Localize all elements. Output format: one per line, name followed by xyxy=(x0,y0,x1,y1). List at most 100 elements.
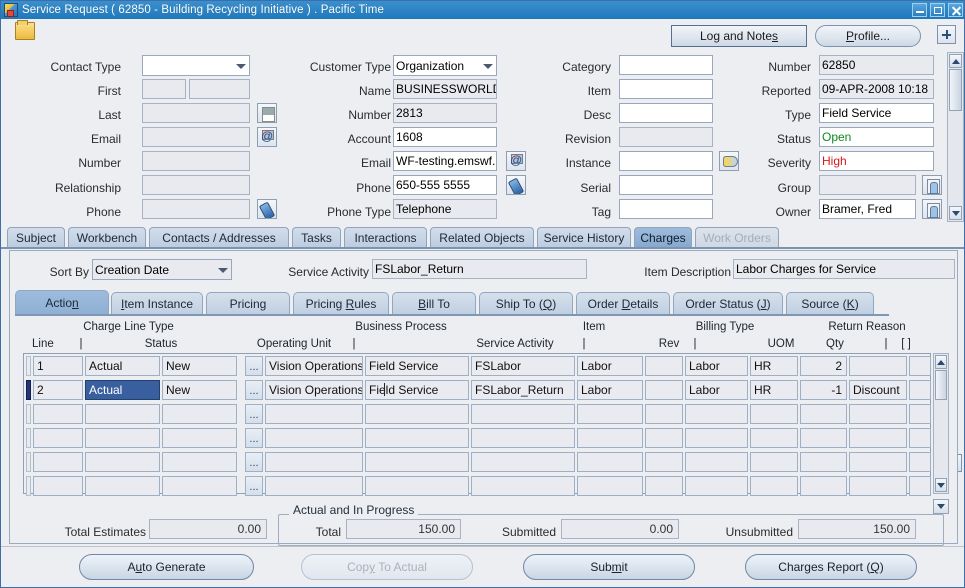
cell-return-reason[interactable]: Discount xyxy=(849,380,907,400)
relationship-field[interactable] xyxy=(142,175,250,195)
charge-lines-grid[interactable]: 1 Actual New... Vision Operations Field Serv… xyxy=(23,353,931,496)
minimize-icon[interactable] xyxy=(912,3,927,17)
row-indicator[interactable] xyxy=(26,356,31,376)
cell-lov[interactable]: ... xyxy=(245,404,263,424)
cell-qty[interactable] xyxy=(800,428,847,448)
table-row[interactable]: ... xyxy=(24,426,931,450)
cell-billing-type[interactable]: Labor xyxy=(685,356,748,376)
mail-icon[interactable] xyxy=(257,127,277,147)
cell-operating-unit[interactable] xyxy=(265,452,363,472)
customer-email-field[interactable]: WF-testing.emswf. xyxy=(393,151,497,171)
cell-uom[interactable] xyxy=(750,404,798,424)
inner-tab-action[interactable]: Action xyxy=(15,290,109,314)
grid-scrollbar-thumb[interactable] xyxy=(935,370,947,400)
note-icon[interactable] xyxy=(257,103,277,123)
cell-line[interactable] xyxy=(33,452,83,472)
cell-item[interactable]: Labor xyxy=(577,356,643,376)
cell-operating-unit[interactable] xyxy=(265,428,363,448)
customer-number-field[interactable]: 2813 xyxy=(393,103,497,123)
cell-return-reason[interactable] xyxy=(849,356,907,376)
cell-charge-line-type[interactable] xyxy=(85,476,160,496)
cell-rev[interactable] xyxy=(645,452,683,472)
cell-lov[interactable]: ... xyxy=(245,476,263,496)
grid-scroll-down-icon[interactable] xyxy=(935,478,947,492)
cell-status[interactable]: New xyxy=(162,380,237,400)
cell-charge-line-type[interactable] xyxy=(85,452,160,472)
cell-charge-line-type[interactable] xyxy=(85,404,160,424)
cell-business-process[interactable]: Field Service xyxy=(365,380,469,400)
scroll-up-icon[interactable] xyxy=(949,54,962,68)
cell-charge-line-type[interactable]: Actual xyxy=(85,380,160,400)
tab-charges[interactable]: Charges xyxy=(634,227,692,247)
cell-operating-unit[interactable] xyxy=(265,476,363,496)
item-description-field[interactable]: Labor Charges for Service xyxy=(733,259,955,279)
cell-item[interactable]: Labor xyxy=(577,380,643,400)
cell-qty[interactable] xyxy=(800,452,847,472)
folder-icon[interactable] xyxy=(15,20,35,40)
cell-charge-line-type[interactable] xyxy=(85,428,160,448)
last-field[interactable] xyxy=(142,103,250,123)
cell-uom[interactable]: HR xyxy=(750,380,798,400)
tab-service-history[interactable]: Service History xyxy=(537,227,631,247)
cell-extra[interactable] xyxy=(909,452,931,472)
cell-status[interactable] xyxy=(162,428,237,448)
cell-charge-line-type[interactable]: Actual xyxy=(85,356,160,376)
cell-lov[interactable]: ... xyxy=(245,380,263,400)
tab-interactions[interactable]: Interactions xyxy=(344,227,427,247)
table-row[interactable]: ... xyxy=(24,402,931,426)
cell-return-reason[interactable] xyxy=(849,428,907,448)
severity-badge[interactable]: High xyxy=(819,151,934,171)
desc-field[interactable] xyxy=(619,103,713,123)
cell-business-process[interactable] xyxy=(365,452,469,472)
cell-service-activity[interactable] xyxy=(471,452,575,472)
cell-uom[interactable] xyxy=(750,428,798,448)
cell-business-process[interactable] xyxy=(365,428,469,448)
cell-operating-unit[interactable] xyxy=(265,404,363,424)
cell-line[interactable] xyxy=(33,428,83,448)
table-row[interactable]: 1 Actual New... Vision Operations Field Serv… xyxy=(24,354,931,378)
cell-item[interactable] xyxy=(577,476,643,496)
contact-number-field[interactable] xyxy=(142,151,250,171)
cell-billing-type[interactable]: Labor xyxy=(685,380,748,400)
cell-status[interactable] xyxy=(162,452,237,472)
phone-icon[interactable] xyxy=(257,199,277,219)
cell-business-process[interactable]: Field Service xyxy=(365,356,469,376)
cell-operating-unit[interactable]: Vision Operations xyxy=(265,380,363,400)
cell-lov[interactable]: ... xyxy=(245,356,263,376)
cell-qty[interactable]: 2 xyxy=(800,356,847,376)
cell-billing-type[interactable] xyxy=(685,428,748,448)
cell-rev[interactable] xyxy=(645,428,683,448)
header-scrollbar[interactable] xyxy=(947,52,964,222)
tab-subject[interactable]: Subject xyxy=(7,227,65,247)
cell-status[interactable] xyxy=(162,404,237,424)
cell-return-reason[interactable] xyxy=(849,452,907,472)
inner-tab-order-details[interactable]: Order Details xyxy=(576,292,670,314)
inner-tab-source[interactable]: Source (K) xyxy=(786,292,874,314)
category-field[interactable] xyxy=(619,55,713,75)
cell-line[interactable]: 2 xyxy=(33,380,83,400)
contact-type-select[interactable] xyxy=(142,55,250,76)
log-and-notes-button[interactable]: Log and Notes xyxy=(671,25,807,47)
table-row[interactable]: ... xyxy=(24,474,931,498)
inner-tab-pricing-rules[interactable]: Pricing Rules xyxy=(293,292,389,314)
charges-report-button[interactable]: Charges Report (Q) xyxy=(745,554,917,580)
inner-tab-item-instance[interactable]: Item Instance xyxy=(111,292,203,314)
service-activity-field[interactable]: FSLabor_Return xyxy=(372,259,587,279)
owner-person-icon[interactable] xyxy=(922,199,942,219)
tab-related-objects[interactable]: Related Objects xyxy=(430,227,534,247)
cell-item[interactable] xyxy=(577,428,643,448)
panel-scroll-down-icon[interactable] xyxy=(933,499,949,514)
customer-phone-field[interactable]: 650-555 5555 xyxy=(393,175,497,195)
cell-return-reason[interactable] xyxy=(849,404,907,424)
cell-billing-type[interactable] xyxy=(685,452,748,472)
cell-status[interactable]: New xyxy=(162,356,237,376)
status-badge[interactable]: Open xyxy=(819,127,934,147)
cell-lov[interactable]: ... xyxy=(245,428,263,448)
cell-service-activity[interactable] xyxy=(471,428,575,448)
instance-field[interactable] xyxy=(619,151,713,171)
serial-field[interactable] xyxy=(619,175,713,195)
first-field[interactable] xyxy=(142,79,186,99)
scroll-down-icon[interactable] xyxy=(949,206,962,220)
profile-button[interactable]: Profile... xyxy=(815,25,921,47)
row-indicator[interactable] xyxy=(26,476,31,496)
